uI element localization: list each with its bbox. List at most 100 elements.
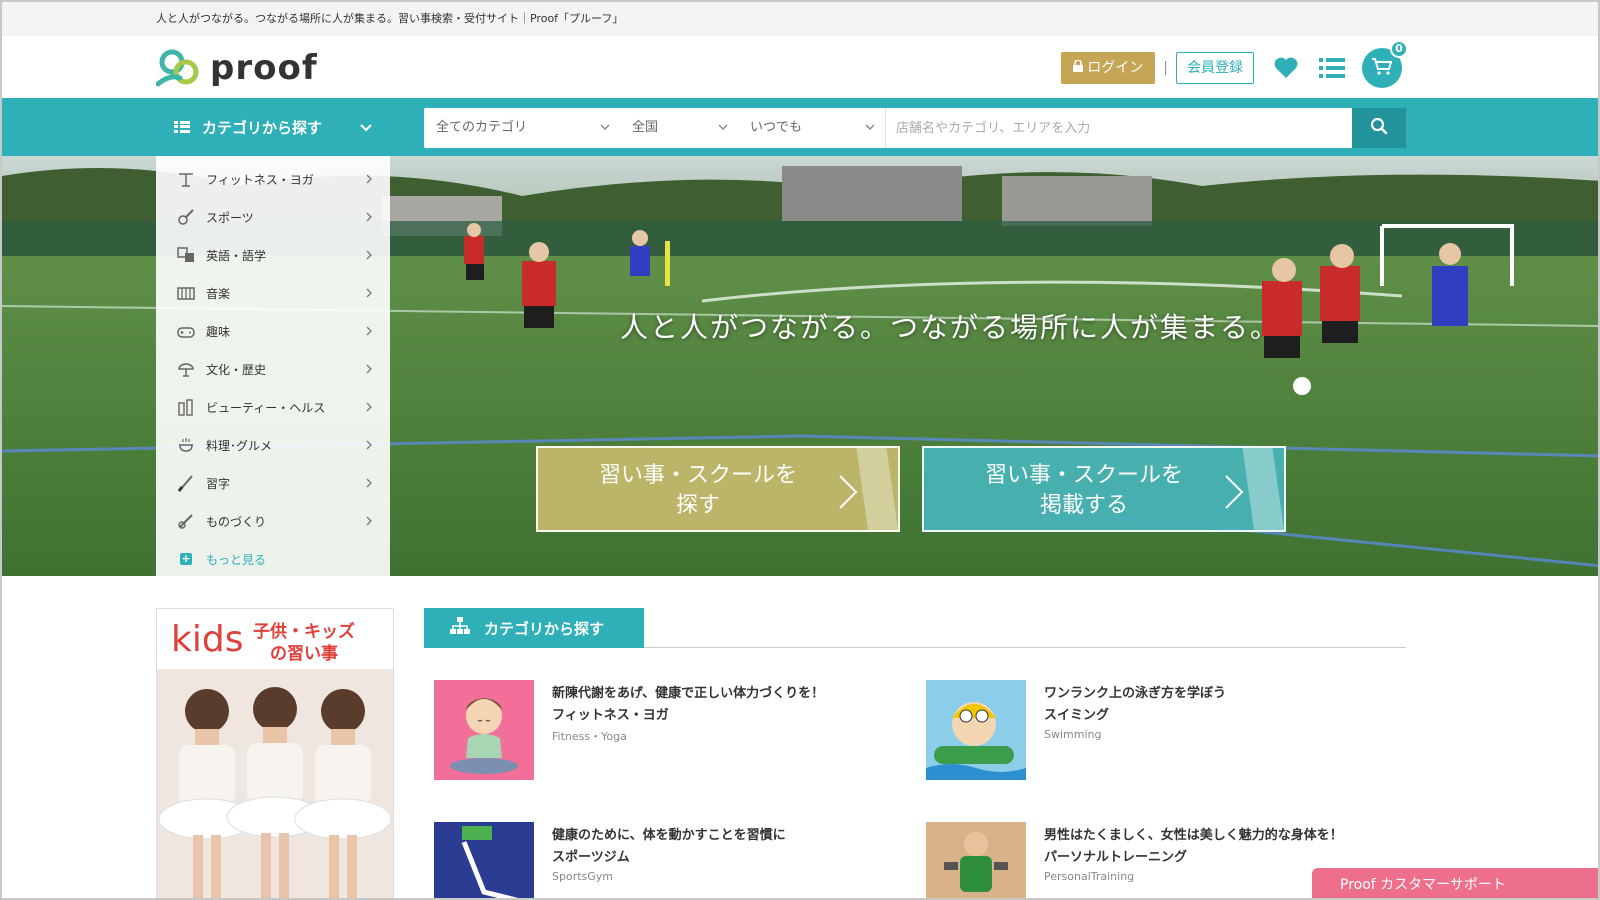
- keyword-search-input[interactable]: [886, 108, 1352, 148]
- cart-icon: [1371, 57, 1393, 79]
- fitness-icon: [176, 169, 196, 189]
- category-card-lead: 男性はたくましく、女性は美しく魅力的な身体を！: [1044, 828, 1343, 843]
- chevron-right-icon: [366, 211, 372, 225]
- category-menu-item-music[interactable]: 音楽: [156, 274, 390, 312]
- category-card-sportsgym[interactable]: 健康のために、体を動かすことを習慣に スポーツジム SportsGym: [434, 822, 894, 898]
- chevron-right-icon: [1224, 474, 1244, 519]
- category-section-tab: カテゴリから探す: [424, 608, 644, 648]
- category-menu-label: 趣味: [206, 324, 231, 339]
- category-menu-more-link[interactable]: + もっと見る: [156, 540, 390, 578]
- category-card-en: Fitness・Yoga: [552, 730, 627, 743]
- heart-icon[interactable]: [1272, 54, 1300, 82]
- lock-icon: [1073, 52, 1084, 84]
- category-card-name: スポーツジム: [552, 850, 630, 865]
- beauty-icon: [176, 397, 196, 417]
- category-card-lead: 新陳代謝をあげ、健康で正しい体力づくりを！: [552, 686, 825, 701]
- category-menu-label: フィットネス・ヨガ: [206, 172, 314, 187]
- music-icon: [176, 283, 196, 303]
- category-menu-item-sports[interactable]: スポーツ: [156, 198, 390, 236]
- area-select[interactable]: 全国: [620, 108, 738, 148]
- category-card-en: PersonalTraining: [1044, 870, 1135, 883]
- nav-bar: カテゴリから探す 全てのカテゴリ 全国 いつでも: [2, 98, 1598, 156]
- cooking-icon: [176, 435, 196, 455]
- category-card-en: SportsGym: [552, 870, 614, 883]
- chevron-right-icon: [366, 325, 372, 339]
- category-menu-label: ものづくり: [206, 514, 267, 529]
- category-select[interactable]: 全てのカテゴリ: [424, 108, 620, 148]
- chevron-right-icon: [366, 287, 372, 301]
- search-icon: [1370, 117, 1388, 139]
- category-card-name: フィットネス・ヨガ: [552, 708, 669, 723]
- ballerina-illustration: [157, 669, 393, 898]
- site-tagline: 人と人がつながる。つながる場所に人が集まる。習い事検索・受付サイト｜Proof「…: [2, 2, 1598, 36]
- category-menu-label: 料理･グルメ: [206, 438, 273, 453]
- category-toggle-label: カテゴリから探す: [202, 118, 323, 137]
- category-menu-item-hobby[interactable]: 趣味: [156, 312, 390, 350]
- area-select-value: 全国: [632, 120, 659, 135]
- category-menu-item-culture[interactable]: 文化・歴史: [156, 350, 390, 388]
- category-menu-label: スポーツ: [206, 210, 254, 225]
- calligraphy-icon: [176, 473, 196, 493]
- category-card-fitness[interactable]: 新陳代謝をあげ、健康で正しい体力づくりを！ フィットネス・ヨガ Fitness・…: [434, 680, 894, 784]
- category-menu: フィットネス・ヨガ スポーツ 英語・語学 音楽 趣味 文化・歴史 ビューティー・…: [156, 156, 390, 576]
- customer-support-tab[interactable]: Proof カスタマーサポート: [1312, 868, 1598, 898]
- category-card-lead: 健康のために、体を動かすことを習慣に: [552, 828, 786, 843]
- category-card-swimming[interactable]: ワンランク上の泳ぎ方を学ぼう スイミング Swimming: [926, 680, 1386, 784]
- main-content: kids 子供・キッズ の習い事 カテゴリから探す 新陳代謝をあげ、健康で正しい…: [2, 576, 1598, 898]
- personaltraining-thumbnail: [926, 822, 1026, 898]
- logo-text: proof: [210, 48, 318, 88]
- chevron-right-icon: [366, 249, 372, 263]
- swimming-thumbnail: [926, 680, 1026, 780]
- time-select[interactable]: いつでも: [738, 108, 886, 148]
- category-menu-label: 習字: [206, 476, 231, 491]
- category-menu-item-language[interactable]: 英語・語学: [156, 236, 390, 274]
- category-menu-label: ビューティー・ヘルス: [206, 400, 326, 415]
- search-button[interactable]: [1352, 108, 1406, 148]
- sports-icon: [176, 207, 196, 227]
- chevron-right-icon: [366, 439, 372, 453]
- logo-mark-icon: [155, 48, 204, 88]
- chevron-right-icon: [838, 474, 858, 519]
- time-select-value: いつでも: [750, 120, 803, 135]
- list-icon[interactable]: [1318, 54, 1346, 82]
- chevron-right-icon: [366, 363, 372, 377]
- find-school-button[interactable]: 習い事・スクールを 探す: [536, 446, 900, 532]
- category-card-name: スイミング: [1044, 708, 1110, 723]
- category-menu-label: 英語・語学: [206, 248, 267, 263]
- category-section-title: カテゴリから探す: [484, 619, 605, 638]
- chevron-right-icon: [366, 401, 372, 415]
- category-menu-label: 音楽: [206, 286, 231, 301]
- plus-icon: +: [180, 552, 192, 565]
- category-menu-label: 文化・歴史: [206, 362, 267, 377]
- site-logo[interactable]: proof: [155, 48, 318, 88]
- category-section-header: カテゴリから探す: [424, 608, 1406, 648]
- header: proof ログイン | 会員登録 0: [2, 36, 1598, 98]
- category-menu-item-calligraphy[interactable]: 習字: [156, 464, 390, 502]
- category-card-en: Swimming: [1044, 728, 1102, 741]
- sportsgym-thumbnail: [434, 822, 534, 898]
- post-school-button[interactable]: 習い事・スクールを 掲載する: [922, 446, 1286, 532]
- chevron-down-icon: [360, 118, 372, 136]
- category-card-lead: ワンランク上の泳ぎ方を学ぼう: [1044, 686, 1227, 701]
- culture-icon: [176, 359, 196, 379]
- header-separator: |: [1163, 60, 1168, 76]
- crafts-icon: [176, 511, 196, 531]
- sitemap-icon: [450, 617, 470, 639]
- category-card-name: パーソナルトレーニング: [1044, 850, 1188, 865]
- kids-banner[interactable]: kids 子供・キッズ の習い事: [156, 608, 394, 898]
- category-toggle[interactable]: カテゴリから探す: [156, 98, 390, 156]
- grid-icon: [174, 121, 190, 133]
- chevron-right-icon: [366, 515, 372, 529]
- register-button[interactable]: 会員登録: [1176, 52, 1254, 84]
- login-button[interactable]: ログイン: [1061, 52, 1156, 84]
- category-menu-item-beauty[interactable]: ビューティー・ヘルス: [156, 388, 390, 426]
- language-icon: [176, 245, 196, 265]
- login-label: ログイン: [1087, 60, 1144, 76]
- category-menu-item-fitness[interactable]: フィットネス・ヨガ: [156, 160, 390, 198]
- cart-button[interactable]: 0: [1362, 40, 1408, 88]
- search-bar: 全てのカテゴリ 全国 いつでも: [424, 108, 1406, 148]
- chevron-right-icon: [366, 173, 372, 187]
- category-menu-item-cooking[interactable]: 料理･グルメ: [156, 426, 390, 464]
- page-frame: 人と人がつながる。つながる場所に人が集まる。習い事検索・受付サイト｜Proof「…: [0, 0, 1600, 900]
- category-menu-item-crafts[interactable]: ものづくり: [156, 502, 390, 540]
